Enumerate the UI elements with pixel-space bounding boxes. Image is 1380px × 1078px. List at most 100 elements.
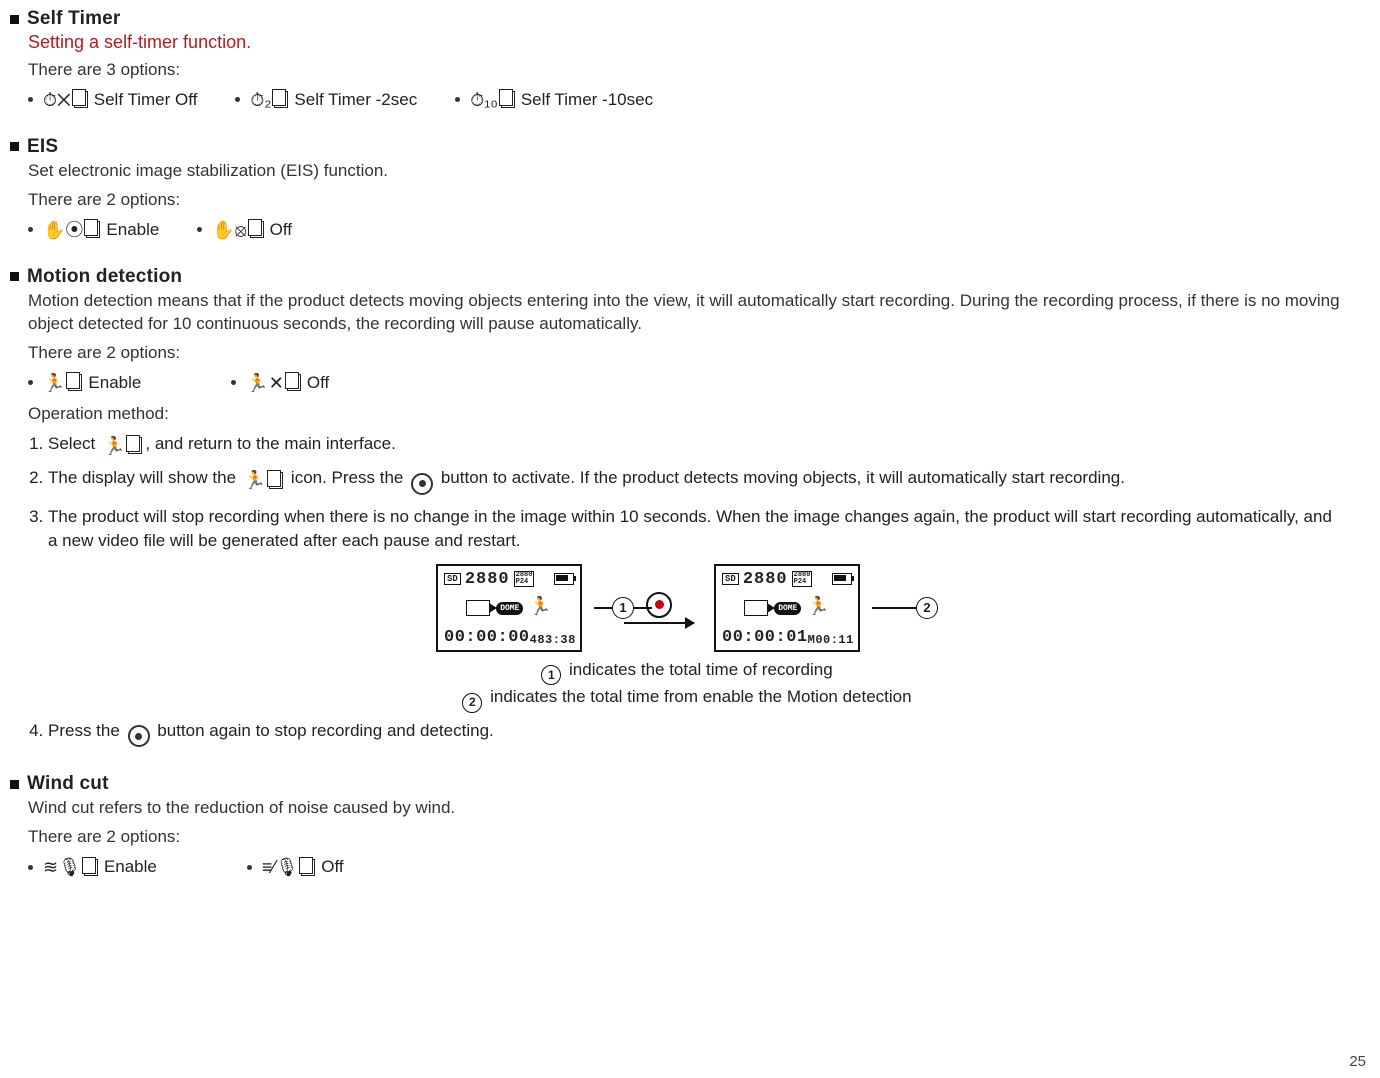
eis-off-icon: ✋⦻: [212, 221, 246, 239]
timer-off-icon: ⏱✕: [43, 91, 71, 109]
battery-icon: [554, 573, 574, 585]
square-bullet-icon: [10, 780, 19, 789]
lcd-resolution: 2880: [743, 570, 788, 589]
text: The display will show the: [48, 468, 236, 487]
step-4: Press the button again to stop recording…: [48, 719, 1346, 748]
opt-self-timer-2sec: ⏱₂ Self Timer -2sec: [235, 90, 417, 110]
motion-options: 🏃 Enable 🏃✕ Off: [28, 373, 1346, 393]
lcd-timer: 00:00:00: [444, 628, 530, 647]
op-method-label: Operation method:: [28, 403, 1346, 426]
text: Select: [48, 434, 95, 453]
opt-label: Enable: [106, 220, 159, 240]
record-button-icon: [411, 473, 433, 495]
arrow-right-icon: [624, 622, 694, 624]
legend-text: indicates the total time from enable the…: [490, 687, 911, 706]
wind-enable-icon: ≋🎙: [43, 858, 81, 876]
options-intro: There are 3 options:: [28, 59, 1346, 82]
text: , and return to the main interface.: [145, 434, 395, 453]
wind-desc: Wind cut refers to the reduction of nois…: [28, 797, 1346, 820]
card-icon: [250, 221, 264, 238]
card-icon: [274, 91, 288, 108]
timer-2s-icon: ⏱₂: [250, 91, 271, 109]
motion-icon: 🏃: [529, 599, 551, 617]
motion-diagram: SD 2880 2880 P24 DOME 🏃: [28, 564, 1346, 713]
camera-icon: [744, 600, 768, 616]
record-icon: [646, 592, 672, 618]
motion-desc: Motion detection means that if the produ…: [28, 290, 1346, 336]
text: button again to stop recording and detec…: [157, 721, 493, 740]
dome-badge: DOME: [774, 602, 801, 615]
options-intro: There are 2 options:: [28, 189, 1346, 212]
card-icon: [287, 374, 301, 391]
eis-desc: Set electronic image stabilization (EIS)…: [28, 160, 1346, 183]
card-icon: [68, 374, 82, 391]
lcd-fps-badge: 2880 P24: [514, 571, 535, 587]
subtitle-self-timer: Setting a self-timer function.: [28, 32, 1346, 53]
circle-2-icon: 2: [916, 597, 938, 619]
wind-off-icon: ≡⁄🎙: [262, 858, 298, 876]
section-eis: EIS Set electronic image stabilization (…: [10, 136, 1346, 240]
motion-enable-icon: 🏃: [103, 437, 125, 455]
legend-text: indicates the total time of recording: [569, 660, 833, 679]
lcd-screen-before: SD 2880 2880 P24 DOME 🏃: [436, 564, 582, 652]
heading-motion: Motion detection: [27, 266, 182, 288]
step-1: Select 🏃 , and return to the main interfa…: [48, 432, 1346, 457]
square-bullet-icon: [10, 272, 19, 281]
wind-options: ≋🎙 Enable ≡⁄🎙 Off: [28, 857, 1346, 877]
lcd-fps-badge: 2880 P24: [792, 571, 813, 587]
lcd-motion-time: M00:11: [808, 633, 854, 647]
opt-self-timer-10sec: ⏱₁₀ Self Timer -10sec: [455, 90, 653, 110]
battery-icon: [832, 573, 852, 585]
card-icon: [501, 91, 515, 108]
card-icon: [86, 221, 100, 238]
diagram-legend: 1 indicates the total time of recording …: [462, 658, 911, 713]
heading-self-timer: Self Timer: [27, 8, 121, 30]
card-icon: [84, 859, 98, 876]
square-bullet-icon: [10, 15, 19, 24]
text: icon. Press the: [291, 468, 403, 487]
opt-label: Enable: [88, 373, 141, 393]
motion-off-icon: 🏃✕: [246, 374, 284, 392]
opt-label: Self Timer Off: [94, 90, 198, 110]
text: button to activate. If the product detec…: [441, 468, 1125, 487]
options-intro: There are 2 options:: [28, 826, 1346, 849]
step-3: The product will stop recording when the…: [48, 505, 1346, 554]
motion-enable-icon: 🏃: [244, 471, 266, 489]
opt-label: Enable: [104, 857, 157, 877]
opt-wind-off: ≡⁄🎙 Off: [247, 857, 344, 877]
card-icon: [74, 91, 88, 108]
step-2: The display will show the 🏃 icon. Press …: [48, 466, 1346, 495]
section-motion-detection: Motion detection Motion detection means …: [10, 266, 1346, 747]
section-wind-cut: Wind cut Wind cut refers to the reductio…: [10, 773, 1346, 877]
circle-1-icon: 1: [541, 665, 561, 685]
self-timer-options: ⏱✕ Self Timer Off ⏱₂ Self Timer -2sec ⏱₁…: [28, 90, 1346, 110]
opt-self-timer-off: ⏱✕ Self Timer Off: [28, 90, 197, 110]
square-bullet-icon: [10, 142, 19, 151]
opt-eis-enable: ✋⦿ Enable: [28, 220, 159, 240]
manual-page: Self Timer Setting a self-timer function…: [0, 0, 1380, 1078]
record-button-icon: [128, 725, 150, 747]
eis-options: ✋⦿ Enable ✋⦻ Off: [28, 220, 1346, 240]
dome-badge: DOME: [496, 602, 523, 615]
opt-label: Off: [270, 220, 292, 240]
motion-icon: 🏃: [807, 599, 829, 617]
opt-eis-off: ✋⦻ Off: [197, 220, 292, 240]
circle-2-icon: 2: [462, 693, 482, 713]
camera-icon: [466, 600, 490, 616]
opt-label: Self Timer -10sec: [521, 90, 653, 110]
sd-icon: SD: [722, 573, 739, 585]
opt-label: Self Timer -2sec: [294, 90, 417, 110]
heading-eis: EIS: [27, 136, 58, 158]
opt-motion-off: 🏃✕ Off: [231, 373, 329, 393]
opt-motion-enable: 🏃 Enable: [28, 373, 141, 393]
lcd-remaining: 483:38: [530, 633, 576, 647]
page-number: 25: [1349, 1053, 1366, 1070]
lcd-timer: 00:00:01: [722, 628, 808, 647]
card-icon: [301, 859, 315, 876]
operation-steps: Select 🏃 , and return to the main interfa…: [28, 432, 1346, 554]
text: Press the: [48, 721, 120, 740]
sd-icon: SD: [444, 573, 461, 585]
section-self-timer: Self Timer Setting a self-timer function…: [10, 8, 1346, 110]
eis-enable-icon: ✋⦿: [43, 221, 83, 239]
motion-enable-icon: 🏃: [43, 374, 65, 392]
